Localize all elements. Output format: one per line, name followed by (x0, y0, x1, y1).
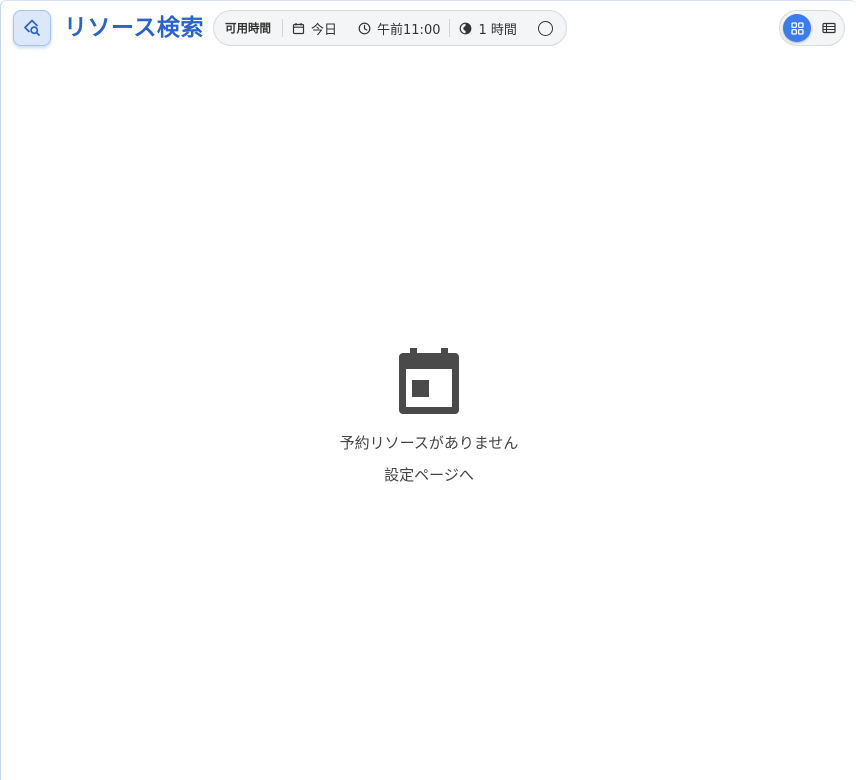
clock-icon (358, 22, 371, 34)
list-icon (822, 22, 836, 34)
app-window: リソース検索 可用時間 今日 午前11:00 1 時間 予約リソースがありません… (0, 0, 856, 780)
availability-label: 可用時間 (225, 21, 271, 35)
date-value: 今日 (311, 22, 338, 38)
settings-page-link[interactable]: 設定ページへ (384, 465, 474, 485)
duration-icon (460, 22, 472, 34)
date-filter[interactable]: 今日 (283, 19, 346, 38)
event-calendar-icon (399, 348, 459, 414)
view-toggle (779, 10, 845, 46)
radio-circle-icon[interactable] (537, 20, 553, 36)
time-filter[interactable]: 午前11:00 (346, 19, 449, 38)
resource-search-app-button[interactable] (13, 10, 51, 46)
resource-search-icon (24, 19, 40, 36)
time-value: 午前11:00 (377, 22, 441, 38)
empty-state: 予約リソースがありません 設定ページへ (1, 347, 856, 485)
calendar-icon (292, 22, 305, 34)
empty-message: 予約リソースがありません (339, 434, 519, 452)
page-title: リソース検索 (64, 15, 204, 41)
list-view-button[interactable] (815, 14, 843, 42)
duration-filter[interactable]: 1 時間 (450, 19, 525, 38)
grid-icon (790, 21, 804, 35)
grid-view-button[interactable] (783, 14, 811, 42)
availability-filter-bar: 可用時間 今日 午前11:00 1 時間 (213, 10, 567, 46)
duration-value: 1 時間 (478, 22, 517, 38)
